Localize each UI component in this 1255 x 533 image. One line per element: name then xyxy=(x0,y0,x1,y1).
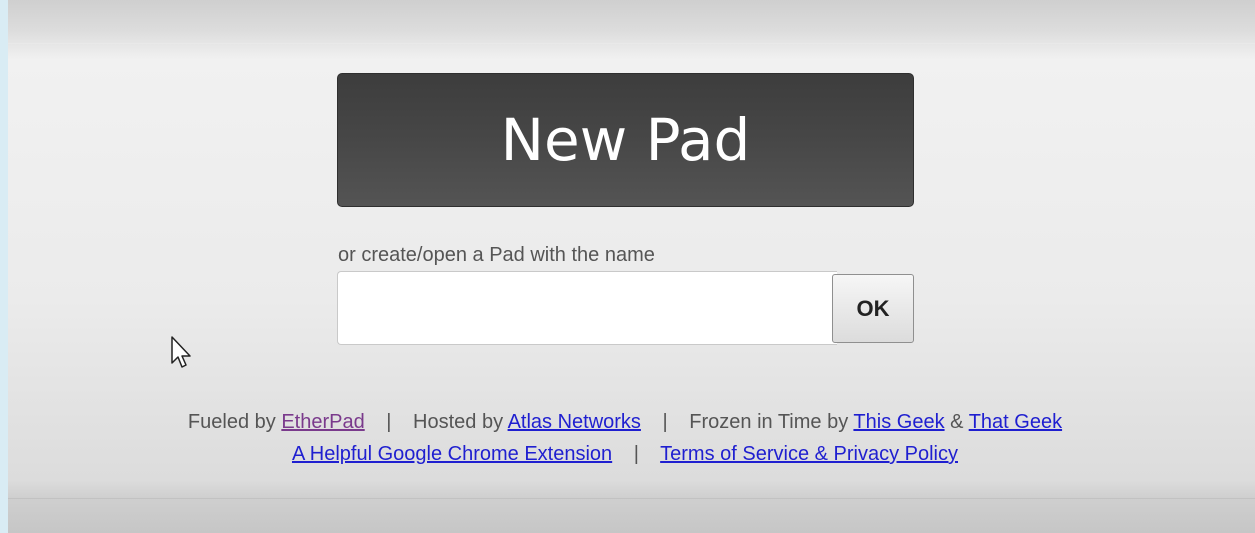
that-geek-link[interactable]: That Geek xyxy=(969,411,1062,433)
bottom-divider xyxy=(8,498,1255,499)
new-pad-button[interactable]: New Pad xyxy=(337,73,914,207)
footer-line-2: A Helpful Google Chrome Extension | Term… xyxy=(0,443,1250,466)
ampersand-text: & xyxy=(950,411,964,433)
fueled-by-label: Fueled by xyxy=(187,411,276,433)
frozen-in-time-label: Frozen in Time by xyxy=(689,411,849,433)
footer-separator: | xyxy=(386,411,392,433)
footer-line-1: Fueled by EtherPad | Hosted by Atlas Net… xyxy=(0,411,1250,434)
mouse-pointer-icon xyxy=(171,336,191,368)
top-divider xyxy=(8,43,1255,44)
etherpad-link[interactable]: EtherPad xyxy=(281,411,364,433)
ok-button[interactable]: OK xyxy=(832,274,914,343)
this-geek-link[interactable]: This Geek xyxy=(853,411,944,433)
chrome-extension-link[interactable]: A Helpful Google Chrome Extension xyxy=(292,443,612,465)
footer-separator: | xyxy=(662,411,668,433)
terms-privacy-link[interactable]: Terms of Service & Privacy Policy xyxy=(660,443,958,465)
pad-name-input[interactable] xyxy=(337,271,837,345)
atlas-networks-link[interactable]: Atlas Networks xyxy=(508,411,641,433)
pad-name-prompt: or create/open a Pad with the name xyxy=(338,244,655,266)
footer-separator: | xyxy=(633,443,639,465)
hosted-by-label: Hosted by xyxy=(413,411,504,433)
